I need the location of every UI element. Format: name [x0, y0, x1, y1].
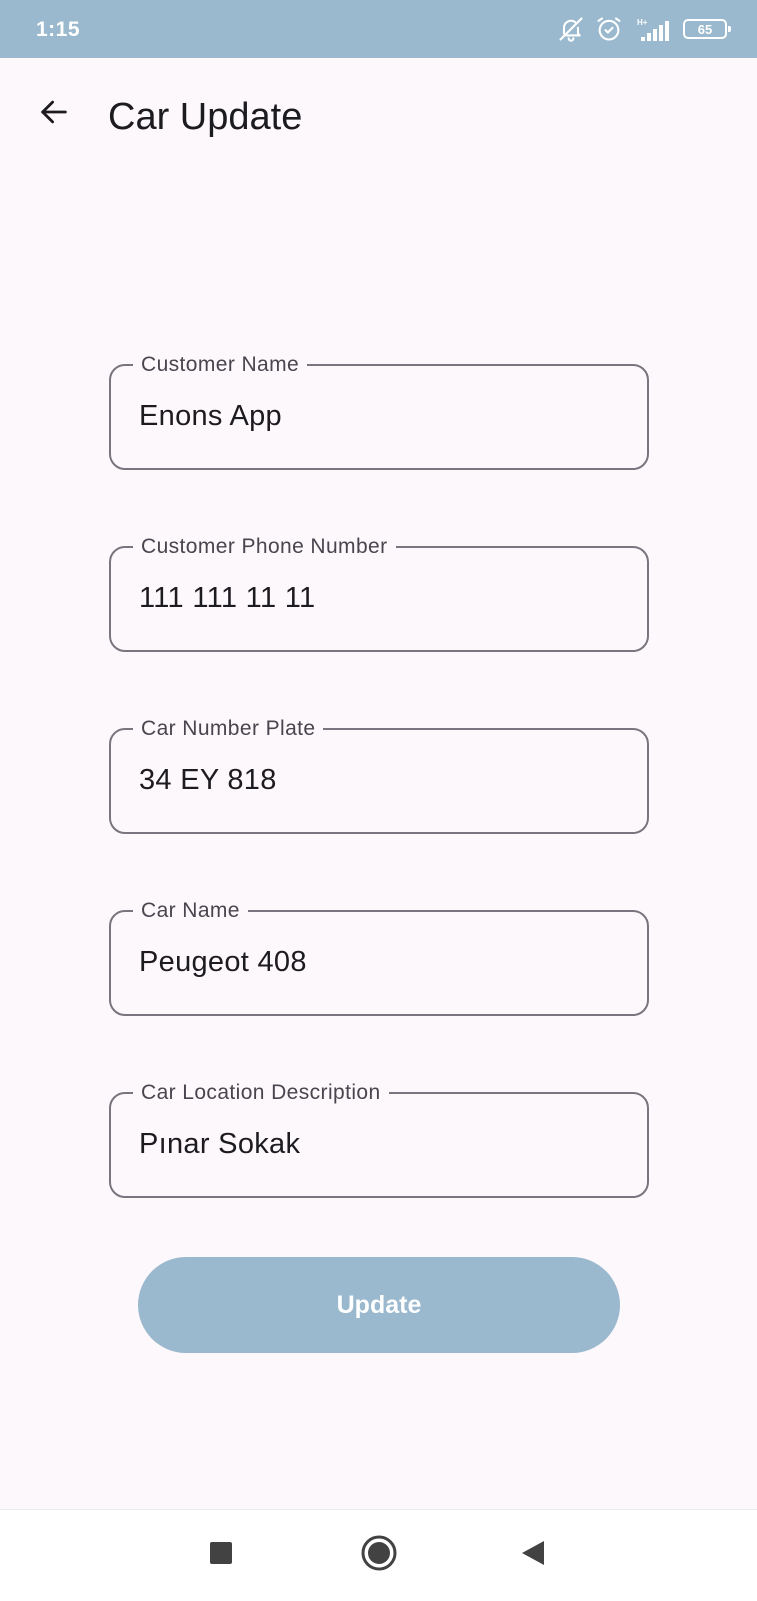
battery-icon: 65: [683, 19, 731, 39]
back-button[interactable]: [28, 88, 80, 140]
car-location-input[interactable]: [139, 1128, 619, 1161]
customer-phone-field[interactable]: Customer Phone Number: [109, 534, 649, 652]
status-time: 1:15: [36, 18, 81, 41]
arrow-left-icon: [37, 95, 71, 134]
bell-off-icon: [557, 15, 585, 43]
car-plate-input[interactable]: [139, 764, 619, 797]
car-plate-label: Car Number Plate: [133, 716, 324, 742]
car-plate-field[interactable]: Car Number Plate: [109, 716, 649, 834]
customer-name-label: Customer Name: [133, 352, 308, 378]
car-name-field[interactable]: Car Name: [109, 898, 649, 1016]
alarm-icon: [595, 15, 623, 43]
page-title: Car Update: [108, 96, 303, 138]
circle-icon: [360, 1534, 398, 1577]
car-location-field[interactable]: Car Location Description: [109, 1080, 649, 1198]
car-name-input[interactable]: [139, 946, 619, 979]
customer-name-field[interactable]: Customer Name: [109, 352, 649, 470]
nav-home-button[interactable]: [354, 1530, 404, 1580]
triangle-back-icon: [520, 1539, 546, 1572]
square-icon: [208, 1540, 234, 1571]
customer-name-input[interactable]: [139, 400, 619, 433]
customer-phone-label: Customer Phone Number: [133, 534, 396, 560]
nav-recents-button[interactable]: [196, 1530, 246, 1580]
status-icons: H+ 65: [557, 14, 731, 44]
car-location-label: Car Location Description: [133, 1080, 389, 1106]
svg-text:H+: H+: [637, 18, 648, 27]
car-name-label: Car Name: [133, 898, 248, 924]
update-button[interactable]: Update: [138, 1257, 620, 1353]
app-bar: Car Update: [0, 58, 757, 184]
customer-phone-input[interactable]: [139, 582, 619, 615]
status-bar: 1:15 H+ 65: [0, 0, 757, 58]
signal-icon: H+: [633, 15, 673, 43]
system-nav-bar: [0, 1509, 757, 1601]
nav-back-button[interactable]: [508, 1530, 558, 1580]
